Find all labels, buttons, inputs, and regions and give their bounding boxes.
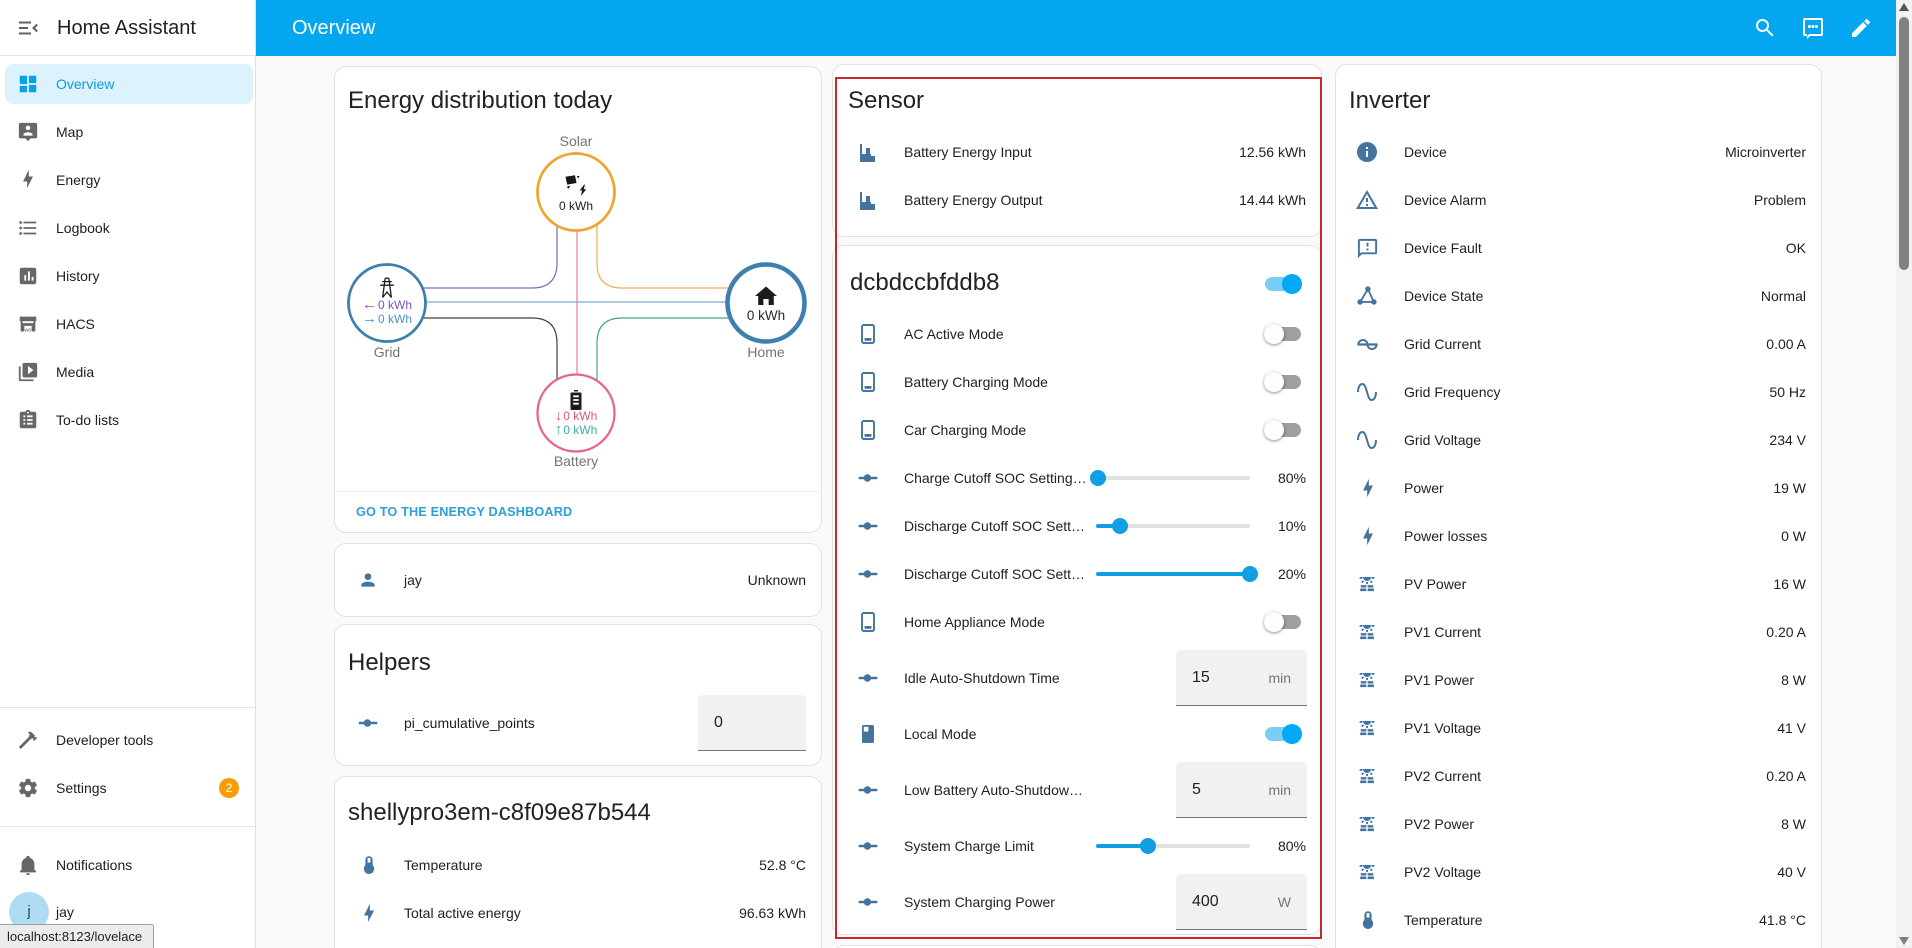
svg-text:HACS: HACS	[21, 327, 34, 333]
